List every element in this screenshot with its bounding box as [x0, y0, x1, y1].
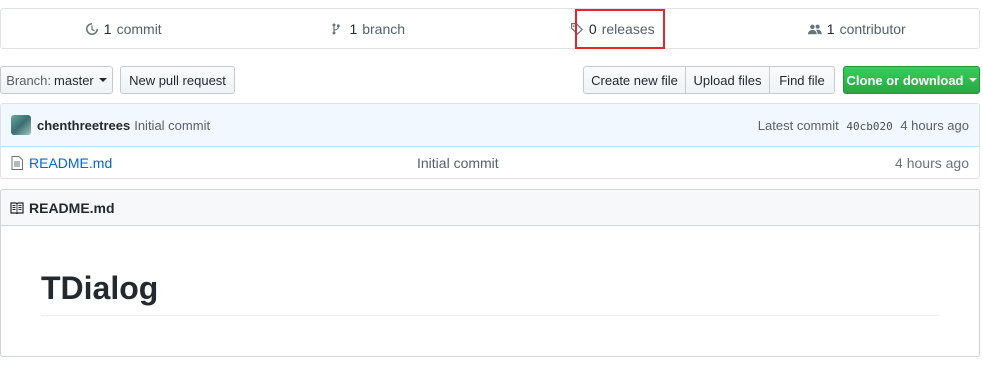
clone-or-download-label: Clone or download: [846, 72, 964, 88]
readme-filename: README.md: [29, 199, 115, 216]
commits-count: 1: [103, 20, 112, 37]
avatar[interactable]: [11, 115, 31, 135]
contributors-label: contributor: [839, 20, 906, 37]
contributors-link[interactable]: 1 contributor: [735, 9, 980, 48]
upload-files-button[interactable]: Upload files: [686, 66, 770, 94]
branch-prefix: Branch:: [6, 72, 52, 88]
branch-select-button[interactable]: Branch: master: [0, 66, 113, 94]
book-icon: [10, 201, 24, 214]
branches-link[interactable]: 1 branch: [246, 9, 491, 48]
file-age: 4 hours ago: [895, 155, 969, 171]
chevron-down-icon: [968, 78, 977, 82]
create-new-file-button[interactable]: Create new file: [583, 66, 686, 94]
file-icon: [11, 156, 23, 170]
table-row: README.md Initial commit 4 hours ago: [1, 147, 979, 178]
file-name-link[interactable]: README.md: [29, 155, 112, 171]
people-icon: [807, 24, 822, 34]
commit-tease: chenthreetrees Initial commit Latest com…: [1, 104, 979, 147]
git-branch-icon: [332, 23, 341, 34]
contributors-count: 1: [826, 20, 835, 37]
readme-body: TDialog: [1, 226, 979, 316]
branch-name: master: [54, 72, 94, 88]
branches-count: 1: [349, 20, 358, 37]
file-commit-message[interactable]: Initial commit: [417, 155, 499, 171]
file-actions-group: Create new file Upload files Find file: [583, 66, 835, 94]
tag-icon: [570, 22, 583, 35]
commit-sha[interactable]: 40cb020: [846, 120, 892, 133]
new-pull-request-button[interactable]: New pull request: [120, 66, 235, 94]
find-file-button[interactable]: Find file: [770, 66, 835, 94]
repo-summary-bar: 1 commit 1 branch 0 releases 1 contribut…: [0, 8, 980, 49]
readme-heading: TDialog: [41, 270, 939, 316]
latest-commit: Latest commit 40cb020 4 hours ago: [758, 118, 969, 133]
commit-age: 4 hours ago: [900, 117, 969, 133]
history-icon: [85, 22, 98, 35]
commit-message[interactable]: Initial commit: [134, 118, 210, 133]
file-navigation-table: chenthreetrees Initial commit Latest com…: [0, 103, 980, 179]
latest-commit-label: Latest commit: [757, 117, 839, 133]
clone-or-download-button[interactable]: Clone or download: [843, 66, 980, 94]
releases-label: releases: [601, 20, 655, 37]
commits-link[interactable]: 1 commit: [1, 9, 246, 48]
chevron-down-icon: [98, 78, 107, 82]
commits-label: commit: [116, 20, 162, 37]
releases-link[interactable]: 0 releases: [490, 9, 735, 48]
branches-label: branch: [362, 20, 406, 37]
readme-header: README.md: [1, 190, 979, 226]
readme-panel: README.md TDialog: [0, 189, 980, 357]
commit-author[interactable]: chenthreetrees: [37, 118, 130, 133]
releases-count: 0: [588, 20, 597, 37]
